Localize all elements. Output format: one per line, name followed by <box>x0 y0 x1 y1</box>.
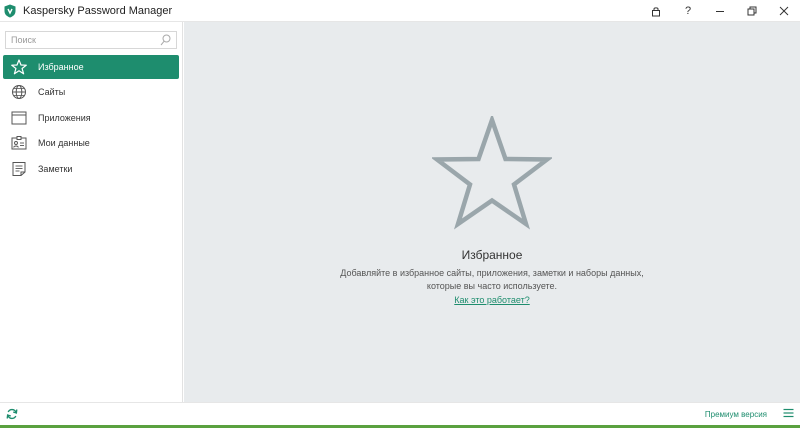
sidebar-item-notes[interactable]: Заметки <box>3 157 179 181</box>
minimize-icon[interactable] <box>704 0 736 22</box>
lock-icon[interactable] <box>640 0 672 22</box>
empty-state-title: Избранное <box>461 248 523 262</box>
empty-state-link-wrap: Как это работает? <box>184 295 800 305</box>
globe-icon <box>8 84 30 100</box>
window-icon <box>8 111 30 125</box>
title-bar: Kaspersky Password Manager ? <box>0 0 800 22</box>
sidebar-item-label: Заметки <box>38 163 73 174</box>
how-it-works-link[interactable]: Как это работает? <box>454 295 529 305</box>
search-input[interactable] <box>6 32 156 48</box>
bottom-bar: Премиум версия <box>0 402 800 425</box>
id-card-icon <box>8 136 30 150</box>
sidebar-item-my-data[interactable]: Мои данные <box>3 131 179 155</box>
main-content: Избранное Добавляйте в избранное сайты, … <box>184 22 800 402</box>
close-icon[interactable] <box>768 0 800 22</box>
star-outline-icon <box>430 113 554 236</box>
empty-state-description: Добавляйте в избранное сайты, приложения… <box>340 268 644 291</box>
sync-icon[interactable] <box>6 408 18 420</box>
search-box <box>5 31 177 49</box>
sidebar-item-applications[interactable]: Приложения <box>3 106 179 130</box>
sidebar: Избранное Сайты Приложени <box>0 22 183 402</box>
star-icon <box>8 59 30 75</box>
sidebar-item-label: Мои данные <box>38 138 90 149</box>
sidebar-item-label: Избранное <box>38 62 84 72</box>
help-icon[interactable]: ? <box>672 0 704 22</box>
sidebar-item-favorites[interactable]: Избранное <box>3 55 179 79</box>
window-controls: ? <box>640 0 800 22</box>
category-nav: Избранное Сайты Приложения Мои данные За… <box>3 55 179 182</box>
notes-icon <box>8 161 30 177</box>
premium-version-link[interactable]: Премиум версия <box>705 410 767 419</box>
sidebar-item-label: Приложения <box>38 112 91 123</box>
kaspersky-shield-icon <box>4 4 18 18</box>
search-icon[interactable] <box>160 34 171 46</box>
sidebar-item-label: Сайты <box>38 87 66 98</box>
restore-icon[interactable] <box>736 0 768 22</box>
menu-icon[interactable] <box>783 408 794 418</box>
window-title: Kaspersky Password Manager <box>23 4 173 17</box>
sidebar-item-sites[interactable]: Сайты <box>3 80 179 104</box>
